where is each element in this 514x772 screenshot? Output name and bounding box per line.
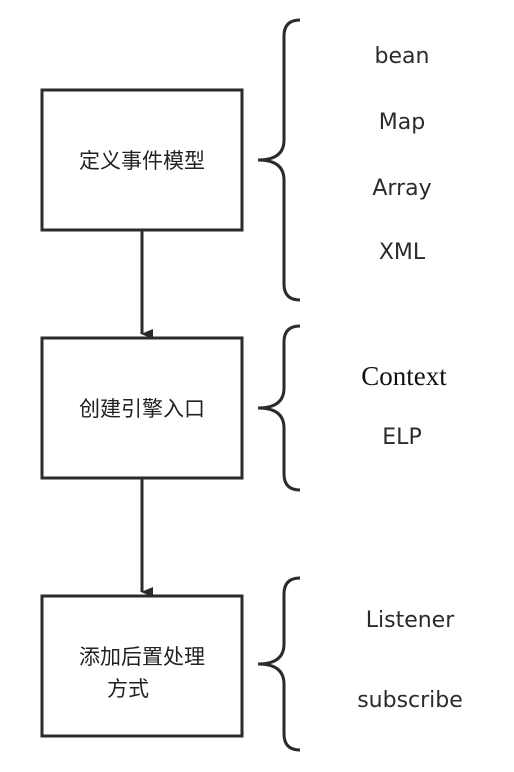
step-1-group: 定义事件模型 bean Map Array XML bbox=[40, 18, 432, 302]
step-3-brace bbox=[257, 576, 301, 752]
step-2-option: ELP bbox=[382, 425, 421, 450]
step-1-option: Array bbox=[372, 176, 431, 201]
step-1-option: bean bbox=[375, 44, 430, 69]
step-3-option: Listener bbox=[366, 608, 455, 633]
step-1-option: Map bbox=[379, 110, 425, 135]
step-2-brace bbox=[257, 324, 301, 492]
step-3-group: 添加后置处理 方式 Listener subscribe bbox=[40, 576, 463, 752]
step-3-label-line-2: 方式 bbox=[107, 677, 149, 701]
step-2-group: 创建引擎入口 Context ELP bbox=[40, 324, 447, 492]
step-2-option: Context bbox=[361, 361, 447, 391]
step-1-label: 定义事件模型 bbox=[79, 149, 205, 173]
step-3-label-line-1: 添加后置处理 bbox=[79, 645, 205, 669]
step-3-option: subscribe bbox=[357, 688, 463, 713]
step-1-option: XML bbox=[379, 240, 426, 265]
step-2-label: 创建引擎入口 bbox=[79, 397, 205, 421]
step-1-brace bbox=[257, 18, 301, 302]
flowchart-diagram: 定义事件模型 bean Map Array XML 创建引擎入口 Context… bbox=[40, 18, 463, 752]
